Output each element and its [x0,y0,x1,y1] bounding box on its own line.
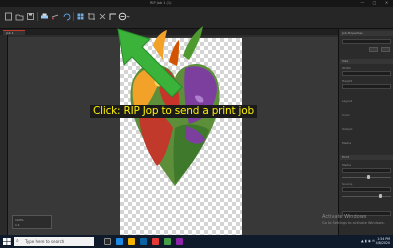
maximize-button[interactable]: □ [372,1,377,5]
panel-dropdown[interactable] [342,39,391,44]
zoom-ratio: 1:1 [15,223,20,227]
scissors-icon[interactable] [98,12,107,21]
open-icon[interactable] [15,12,24,21]
window-title: RIP Job 1 (1) [150,1,172,5]
pointer-arrow [117,28,183,98]
panel-label: Width [342,66,351,70]
new-icon[interactable] [4,12,13,21]
corner-icon[interactable] [108,12,117,21]
instruction-caption: Click: RIP Jop to send a print job [90,105,257,118]
save-icon[interactable] [26,12,35,21]
search-icon: ⌕ [16,238,19,244]
close-button[interactable]: ✕ [384,1,389,5]
source-field[interactable] [342,187,391,192]
media-field[interactable] [342,168,391,173]
taskbar-clock[interactable]: 1:54 PM 4/8/2020 [376,237,390,246]
grid-icon[interactable] [76,12,85,21]
panel-label: Color [342,113,350,117]
minimize-button[interactable]: — [360,1,365,5]
store-icon[interactable] [140,238,147,245]
cut-icon[interactable] [51,12,60,21]
slider-knob[interactable] [379,194,382,198]
panel-header: Size [340,59,393,64]
panel-button[interactable] [369,47,378,52]
zoom-info-box: 100% 1:1 [12,215,52,229]
file-explorer-icon[interactable] [128,238,135,245]
panel-label: Layout [342,99,353,103]
system-tray-icons[interactable]: ▲ ▮ ◉ ✉ [361,239,375,243]
app-icon[interactable] [152,238,159,245]
panel-label: Media [342,163,352,167]
width-field[interactable] [342,71,391,76]
panel-header: Print [340,155,393,160]
activate-windows-watermark: Activate Windows Go to Settings to activ… [322,214,385,226]
windows-taskbar: ⌕ Type here to search ▲ ▮ ◉ ✉ 1:54 PM 4/… [0,235,393,248]
height-field[interactable] [342,84,391,89]
title-bar: RIP Job 1 (1) — □ ✕ [0,0,393,7]
zoom-level: 100% [15,218,24,222]
app-icon[interactable] [176,238,183,245]
panel-label: Output [342,127,353,131]
properties-panel: Job Properties Size Width Height Layout … [338,29,393,235]
edge-browser-icon[interactable] [116,238,123,245]
app-icon[interactable] [164,238,171,245]
panel-header: Job Properties [340,31,393,36]
panel-label: Height [342,79,352,83]
slider-knob[interactable] [367,175,370,179]
panel-label: Media [342,141,352,145]
left-ruler [0,35,8,235]
toolbar-separator [37,12,38,21]
panel-button[interactable] [381,47,390,52]
undo-icon[interactable] [62,12,71,21]
window-controls: — □ ✕ [360,1,389,5]
panel-label: Source [342,182,353,186]
windows-start-icon[interactable] [3,238,11,245]
clock-date: 4/8/2020 [375,241,390,246]
panel-slider[interactable] [342,196,391,197]
crop-icon[interactable] [87,12,96,21]
watermark-subtitle: Go to Settings to activate Windows. [322,221,385,225]
search-placeholder: Type here to search [25,239,65,244]
task-view-icon[interactable] [104,238,111,245]
print-icon[interactable] [40,12,49,21]
taskbar-search[interactable]: ⌕ Type here to search [14,237,94,246]
toolbar-separator [73,12,74,21]
